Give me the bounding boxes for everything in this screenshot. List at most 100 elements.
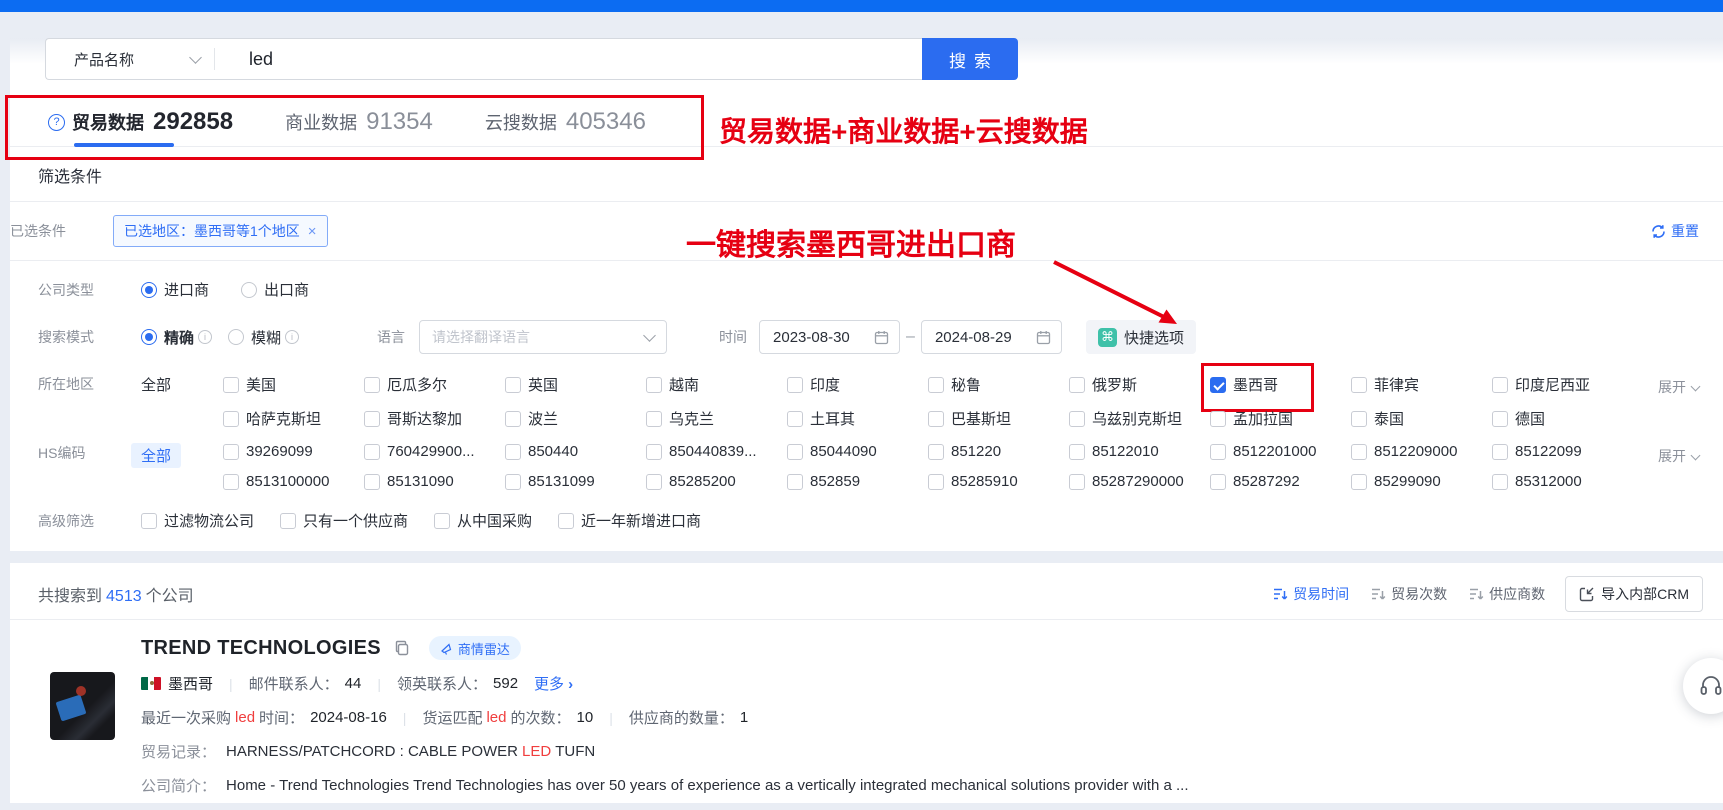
hs-checkbox-item[interactable]: 8512201000	[1210, 443, 1351, 460]
radio-exact-mode[interactable]: 精确 i	[141, 327, 212, 348]
sort-option[interactable]: 供应商数	[1469, 584, 1545, 604]
checkbox[interactable]	[364, 377, 380, 393]
checkbox[interactable]	[558, 513, 574, 529]
checkbox[interactable]	[1492, 377, 1508, 393]
business-radar-badge[interactable]: 商情雷达	[429, 636, 521, 660]
checkbox[interactable]	[1069, 411, 1085, 427]
hs-checkbox-item[interactable]: 85131099	[505, 473, 646, 490]
hs-checkbox-item[interactable]: 85285200	[646, 473, 787, 490]
checkbox[interactable]	[223, 474, 239, 490]
hs-checkbox-item[interactable]: 85287290000	[1069, 473, 1210, 490]
hs-checkbox-item[interactable]: 852859	[787, 473, 928, 490]
region-checkbox-item[interactable]: 菲律宾	[1351, 374, 1492, 395]
region-checkbox-item[interactable]: 土耳其	[787, 408, 928, 429]
checkbox[interactable]	[505, 474, 521, 490]
region-checkbox-item[interactable]: 英国	[505, 374, 646, 395]
hs-checkbox-item[interactable]: 760429900...	[364, 443, 505, 460]
region-checkbox-item[interactable]: 印度	[787, 374, 928, 395]
checkbox[interactable]	[646, 474, 662, 490]
checkbox[interactable]	[505, 411, 521, 427]
checkbox[interactable]	[1351, 444, 1367, 460]
hs-checkbox-item[interactable]: 85122099	[1492, 443, 1633, 460]
region-checkbox-item[interactable]: 美国	[223, 374, 364, 395]
reset-button[interactable]: 重置	[1651, 221, 1699, 241]
region-checkbox-item[interactable]: 孟加拉国	[1210, 408, 1351, 429]
checkbox[interactable]	[1492, 474, 1508, 490]
region-checkbox-item[interactable]: 秘鲁	[928, 374, 1069, 395]
region-checkbox-item[interactable]: 乌兹别克斯坦	[1069, 408, 1210, 429]
radio-icon[interactable]	[228, 329, 244, 345]
checkbox[interactable]	[1210, 377, 1226, 393]
region-checkbox-item[interactable]: 乌克兰	[646, 408, 787, 429]
checkbox[interactable]	[364, 444, 380, 460]
region-checkbox-item[interactable]: 印度尼西亚	[1492, 374, 1633, 395]
checkbox[interactable]	[1069, 444, 1085, 460]
hs-checkbox-item[interactable]: 850440	[505, 443, 646, 460]
hs-checkbox-item[interactable]: 85044090	[787, 443, 928, 460]
checkbox[interactable]	[928, 411, 944, 427]
translate-language-select[interactable]: 请选择翻译语言	[419, 320, 667, 354]
checkbox[interactable]	[1069, 474, 1085, 490]
region-checkbox-item[interactable]: 哈萨克斯坦	[223, 408, 364, 429]
company-result-item[interactable]: TREND TECHNOLOGIES 商情雷达 墨西	[10, 620, 1723, 796]
company-name[interactable]: TREND TECHNOLOGIES	[141, 637, 381, 660]
copy-icon[interactable]	[394, 640, 410, 656]
hs-checkbox-item[interactable]: 851220	[928, 443, 1069, 460]
hs-checkbox-item[interactable]: 85287292	[1210, 473, 1351, 490]
checkbox[interactable]	[928, 474, 944, 490]
checkbox[interactable]	[1210, 444, 1226, 460]
checkbox[interactable]	[1351, 377, 1367, 393]
checkbox[interactable]	[1492, 411, 1508, 427]
region-checkbox-item[interactable]: 波兰	[505, 408, 646, 429]
search-button[interactable]: 搜索	[922, 38, 1018, 80]
search-category-select[interactable]: 产品名称	[46, 49, 214, 70]
radio-icon[interactable]	[141, 282, 157, 298]
checkbox[interactable]	[364, 411, 380, 427]
advanced-checkbox-item[interactable]: 只有一个供应商	[280, 510, 408, 531]
checkbox[interactable]	[280, 513, 296, 529]
checkbox[interactable]	[787, 377, 803, 393]
date-from-input[interactable]: 2023-08-30	[759, 320, 900, 354]
tab-cloud-search-data[interactable]: 云搜数据 405346	[485, 108, 646, 136]
checkbox[interactable]	[1351, 411, 1367, 427]
checkbox[interactable]	[505, 444, 521, 460]
import-crm-button[interactable]: 导入内部CRM	[1565, 576, 1703, 612]
region-all-option[interactable]: 全部	[141, 374, 223, 395]
hs-checkbox-item[interactable]: 85312000	[1492, 473, 1633, 490]
hs-checkbox-item[interactable]: 39269099	[223, 443, 364, 460]
hs-expand-button[interactable]: 展开	[1658, 446, 1723, 466]
sort-option[interactable]: 贸易次数	[1371, 584, 1447, 604]
search-input[interactable]: led	[215, 49, 922, 70]
checkbox[interactable]	[928, 444, 944, 460]
checkbox[interactable]	[787, 474, 803, 490]
region-checkbox-item[interactable]: 泰国	[1351, 408, 1492, 429]
checkbox[interactable]	[787, 411, 803, 427]
region-expand-button[interactable]: 展开	[1658, 377, 1723, 397]
hs-all-option[interactable]: 全部	[141, 443, 223, 468]
region-checkbox-item[interactable]: 厄瓜多尔	[364, 374, 505, 395]
advanced-checkbox-item[interactable]: 过滤物流公司	[141, 510, 254, 531]
quick-options-button[interactable]: ⌘ 快捷选项	[1086, 320, 1196, 354]
hs-checkbox-item[interactable]: 85299090	[1351, 473, 1492, 490]
radio-icon[interactable]	[241, 282, 257, 298]
checkbox[interactable]	[1069, 377, 1085, 393]
radio-icon[interactable]	[141, 329, 157, 345]
tab-business-data[interactable]: 商业数据 91354	[285, 108, 433, 136]
checkbox[interactable]	[364, 474, 380, 490]
hs-checkbox-item[interactable]: 85285910	[928, 473, 1069, 490]
hs-checkbox-item[interactable]: 850440839...	[646, 443, 787, 460]
hs-checkbox-item[interactable]: 8512209000	[1351, 443, 1492, 460]
region-checkbox-item[interactable]: 越南	[646, 374, 787, 395]
radio-fuzzy-mode[interactable]: 模糊 i	[228, 327, 299, 348]
region-checkbox-item[interactable]: 巴基斯坦	[928, 408, 1069, 429]
tab-trade-data[interactable]: ? 贸易数据 292858	[48, 108, 233, 136]
radio-exporter[interactable]: 出口商	[241, 279, 309, 300]
checkbox[interactable]	[1351, 474, 1367, 490]
checkbox[interactable]	[646, 411, 662, 427]
hs-checkbox-item[interactable]: 8513100000	[223, 473, 364, 490]
region-checkbox-item[interactable]: 俄罗斯	[1069, 374, 1210, 395]
sort-option[interactable]: 贸易时间	[1273, 584, 1349, 604]
checkbox[interactable]	[1210, 411, 1226, 427]
radio-importer[interactable]: 进口商	[141, 279, 209, 300]
checkbox[interactable]	[646, 377, 662, 393]
